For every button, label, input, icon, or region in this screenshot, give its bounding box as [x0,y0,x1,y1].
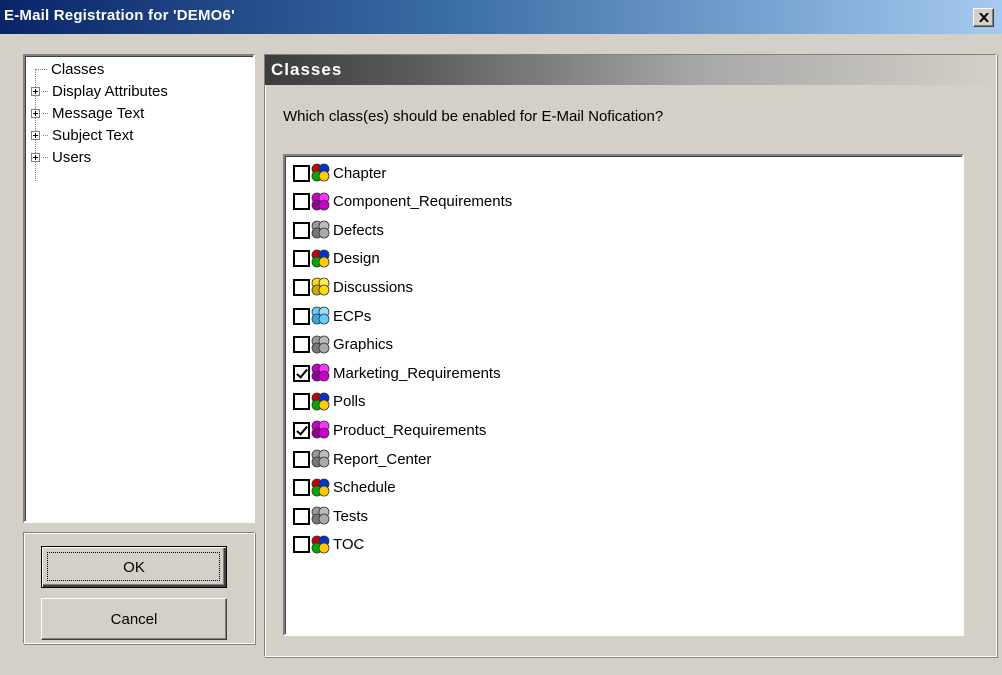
tree-item-classes[interactable]: Classes [31,58,104,80]
yellow-cluster-icon [311,277,330,296]
tree-item-label: Message Text [52,104,145,122]
list-item[interactable]: Polls [293,389,366,415]
tree-item-label: Display Attributes [52,82,168,100]
class-label: Tests [333,507,369,525]
window-title: E-Mail Registration for 'DEMO6' [4,7,235,24]
tree-item-label: Users [52,148,92,166]
focus-rectangle [47,552,220,581]
gray-cluster-icon [311,506,330,525]
class-checkbox[interactable] [293,507,310,525]
class-checkbox[interactable] [293,393,310,411]
class-checkbox[interactable] [293,479,310,497]
class-label: TOC [333,536,365,554]
magenta-cluster-icon [311,192,330,210]
tree-connector [43,112,48,114]
expand-plus-icon[interactable] [31,152,40,162]
class-checkbox[interactable] [293,336,310,354]
class-checkbox[interactable] [293,450,310,468]
tree-item-subject-text[interactable]: Subject Text [31,124,133,146]
ok-button[interactable]: OK [41,546,227,588]
section-header: Classes [265,55,995,85]
gray-cluster-icon [311,449,330,468]
gray-cluster-icon [311,220,330,239]
close-icon [978,13,989,22]
multicolor-cluster-icon [311,249,330,268]
expand-plus-icon[interactable] [31,108,40,118]
magenta-cluster-icon [311,420,330,439]
class-label: Polls [333,393,366,411]
list-item[interactable]: ECPs [293,303,371,329]
list-item[interactable]: Chapter [293,160,386,186]
expand-plus-icon[interactable] [31,130,40,140]
list-item[interactable]: Report_Center [293,446,431,472]
list-item[interactable]: Marketing_Requirements [293,360,501,386]
tree-connector [43,134,48,136]
class-checkbox[interactable] [293,193,310,211]
multicolor-cluster-icon [311,535,330,554]
class-checkbox[interactable] [293,278,310,296]
list-item[interactable]: Discussions [293,274,413,300]
close-button[interactable] [973,8,994,27]
tree-connector [43,156,48,158]
class-label: Marketing_Requirements [333,364,501,382]
class-checkbox[interactable] [293,250,310,268]
list-item[interactable]: Tests [293,503,368,529]
question-label: Which class(es) should be enabled for E-… [283,108,664,125]
list-item[interactable]: TOC [293,532,364,558]
navigation-tree[interactable]: Classes Display Attributes Message Text Sub… [23,54,255,523]
tree-item-message-text[interactable]: Message Text [31,102,144,124]
cancel-button-label: Cancel [110,610,158,628]
class-label: Chapter [333,164,387,182]
class-label: Component_Requirements [333,193,513,211]
list-item[interactable]: Schedule [293,475,396,501]
class-label: Report_Center [333,450,432,468]
cancel-button[interactable]: Cancel [41,598,227,640]
tree-item-display-attributes[interactable]: Display Attributes [31,80,168,102]
list-item[interactable]: Design [293,246,380,272]
class-label: Defects [333,221,384,239]
class-checkbox[interactable] [293,221,310,239]
multicolor-cluster-icon [311,392,330,411]
list-item[interactable]: Product_Requirements [293,417,486,443]
multicolor-cluster-icon [311,163,330,182]
class-checkbox[interactable] [293,421,310,439]
class-label: Schedule [333,479,396,497]
tree-item-label: Classes [51,60,105,78]
tree-item-users[interactable]: Users [31,146,91,168]
class-checkbox[interactable] [293,307,310,325]
class-label: Graphics [333,336,394,354]
class-label: Discussions [333,278,414,296]
classes-list[interactable]: Chapter Component_Requirements Defects Desi… [283,154,964,636]
title-bar[interactable]: E-Mail Registration for 'DEMO6' [0,0,1002,34]
tree-connector [43,90,48,92]
list-item[interactable]: Graphics [293,332,393,358]
multicolor-cluster-icon [311,478,330,496]
class-label: ECPs [333,307,372,325]
gray-cluster-icon [311,335,330,353]
tree-item-label: Subject Text [52,126,134,144]
list-item[interactable]: Component_Requirements [293,189,512,215]
cyan-cluster-icon [311,306,330,325]
tree-connector [35,68,47,70]
expand-plus-icon[interactable] [31,86,40,96]
class-checkbox[interactable] [293,364,310,382]
list-item[interactable]: Defects [293,217,384,243]
section-title: Classes [271,60,343,79]
magenta-cluster-icon [311,363,330,382]
class-label: Product_Requirements [333,421,487,439]
class-checkbox[interactable] [293,164,310,182]
class-label: Design [333,250,380,268]
class-checkbox[interactable] [293,536,310,554]
